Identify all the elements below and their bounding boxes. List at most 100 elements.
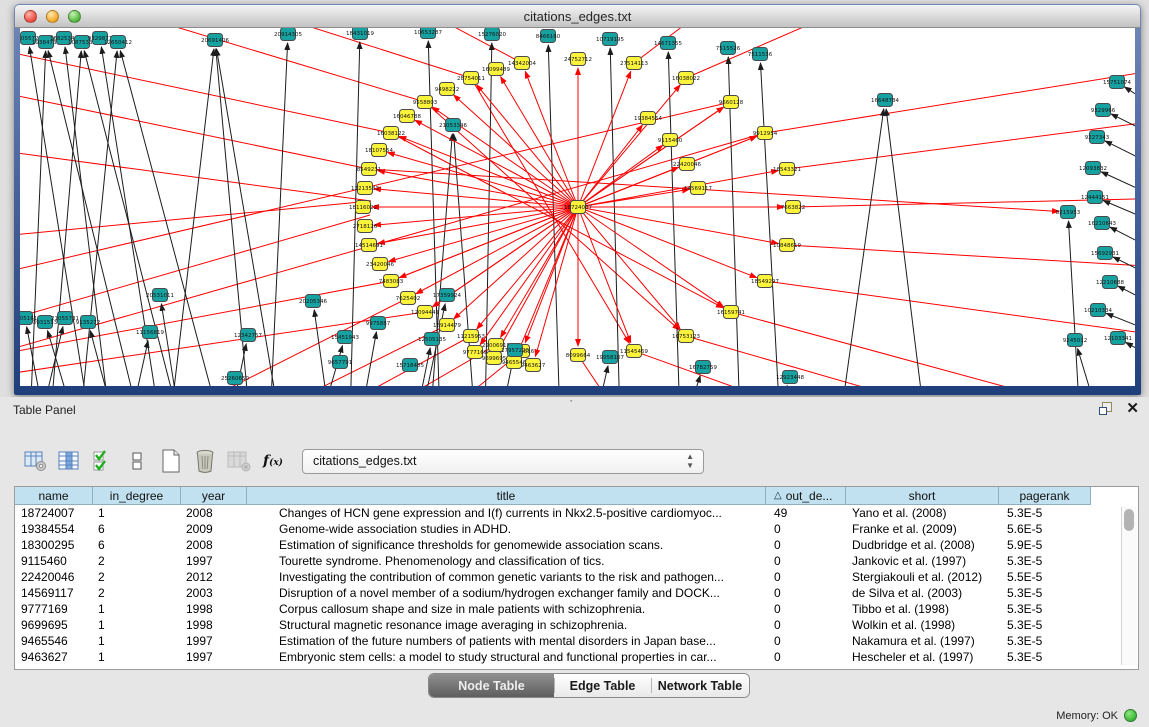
citation-edge-black[interactable] (161, 304, 180, 386)
cell-year[interactable]: 1998 (181, 602, 247, 616)
cell-pagerank[interactable]: 5.6E-5 (999, 522, 1091, 536)
citation-edge-red[interactable] (425, 102, 679, 330)
column-header-indegree[interactable]: in_degree (93, 487, 181, 505)
citation-edge-red[interactable] (480, 207, 578, 345)
citation-edge-red[interactable] (686, 28, 862, 78)
cell-short[interactable]: Wolkin et al. (1998) (846, 618, 999, 632)
cell-title[interactable]: Investigating the contribution of common… (247, 570, 766, 584)
table-row[interactable]: 2242004622012Investigating the contribut… (15, 569, 1138, 585)
cell-outde[interactable]: 0 (766, 586, 846, 600)
select-rows-icon[interactable] (88, 447, 118, 475)
graph-node-teal[interactable]: 15276020 (478, 28, 506, 41)
column-header-year[interactable]: year (181, 487, 247, 505)
tab-edge-table[interactable]: Edge Table (554, 674, 651, 697)
graph-node-yellow[interactable]: 9912954 (753, 127, 778, 140)
graph-node-teal[interactable]: 16782759 (689, 361, 717, 374)
citation-edge-black[interactable] (1078, 349, 1100, 386)
graph-node-teal[interactable]: 7515526 (716, 42, 741, 55)
table-options-icon[interactable] (20, 447, 50, 475)
node-attribute-table[interactable]: namein_degreeyeartitle△out_de...shortpag… (14, 486, 1139, 670)
close-panel-icon[interactable]: ✕ (1126, 402, 1139, 415)
graph-node-yellow[interactable]: 16159741 (717, 306, 745, 319)
graph-node-yellow[interactable]: 11215953 (457, 330, 485, 343)
cell-title[interactable]: Estimation of the future numbers of pati… (247, 634, 766, 648)
window-titlebar[interactable]: citations_edges.txt (15, 5, 1140, 28)
cell-pagerank[interactable]: 5.3E-5 (999, 554, 1091, 568)
citation-edge-black[interactable] (1105, 141, 1135, 178)
graph-node-yellow[interactable]: 9558803 (413, 96, 438, 109)
tab-node-table[interactable]: Node Table (429, 674, 554, 697)
table-row[interactable]: 1872400712008Changes of HCN gene express… (15, 505, 1138, 521)
citation-edge-red[interactable] (787, 245, 1135, 267)
cell-indegree[interactable]: 1 (93, 506, 181, 520)
graph-node-teal[interactable]: 9975887 (366, 317, 391, 330)
citation-edge-black[interactable] (1118, 286, 1135, 318)
graph-node-teal[interactable]: 11156819 (136, 326, 164, 339)
cell-year[interactable]: 2012 (181, 570, 247, 584)
cell-name[interactable]: 18724007 (15, 506, 93, 520)
graph-node-teal[interactable]: 15718485 (396, 359, 424, 372)
column-header-outde[interactable]: △out_de... (766, 487, 846, 505)
cell-name[interactable]: 18300295 (15, 538, 93, 552)
graph-node-teal[interactable]: 10719195 (596, 33, 624, 46)
graph-node-teal[interactable]: 9135272 (76, 316, 101, 329)
citation-edge-red[interactable] (178, 298, 408, 386)
table-row[interactable]: 969969511998Structural magnetic resonanc… (15, 617, 1138, 633)
column-visibility-icon[interactable] (54, 447, 84, 475)
graph-node-teal[interactable]: 20205346 (299, 295, 327, 308)
cell-indegree[interactable]: 2 (93, 570, 181, 584)
cell-name[interactable]: 9699695 (15, 618, 93, 632)
graph-node-teal[interactable]: 15751074 (1103, 76, 1131, 89)
citation-edge-black[interactable] (1111, 114, 1135, 148)
graph-node-teal[interactable]: 9245012 (1063, 334, 1088, 347)
cell-outde[interactable]: 0 (766, 538, 846, 552)
cell-name[interactable]: 9777169 (15, 602, 93, 616)
cell-outde[interactable]: 49 (766, 506, 846, 520)
citation-edge-black[interactable] (1101, 172, 1135, 208)
citation-edge-red[interactable] (765, 69, 1135, 133)
citation-edge-red[interactable] (787, 119, 1135, 169)
cell-pagerank[interactable]: 5.3E-5 (999, 602, 1091, 616)
citation-edge-black[interactable] (48, 331, 75, 386)
citation-edge-black[interactable] (610, 48, 620, 386)
graph-node-yellow[interactable]: 9660128 (719, 96, 744, 109)
graph-node-yellow[interactable]: 27514113 (620, 57, 648, 70)
table-row[interactable]: 1830029562008Estimation of significance … (15, 537, 1138, 553)
graph-node-teal[interactable]: 12923448 (776, 371, 804, 384)
citation-edge-red[interactable] (535, 207, 578, 356)
citation-edge-black[interactable] (1069, 221, 1080, 386)
cell-name[interactable]: 22420046 (15, 570, 93, 584)
citation-edge-black[interactable] (1125, 87, 1135, 123)
cell-year[interactable]: 1997 (181, 554, 247, 568)
cell-short[interactable]: Yano et al. (2008) (846, 506, 999, 520)
citation-edge-red[interactable] (20, 215, 370, 325)
cell-short[interactable]: Nakamura et al. (1997) (846, 634, 999, 648)
cell-title[interactable]: Changes of HCN gene expression and I(f) … (247, 506, 766, 520)
graph-node-teal[interactable]: 15451943 (331, 331, 359, 344)
cell-name[interactable]: 9463627 (15, 650, 93, 664)
table-row[interactable]: 946554611997Estimation of the future num… (15, 633, 1138, 649)
table-row[interactable]: 1456911722003Disruption of a novel membe… (15, 585, 1138, 601)
cell-outde[interactable]: 0 (766, 634, 846, 648)
float-panel-icon[interactable] (1099, 402, 1112, 415)
cell-short[interactable]: Hescheler et al. (1997) (846, 650, 999, 664)
table-header-row[interactable]: namein_degreeyeartitle△out_de...shortpag… (15, 487, 1138, 505)
network-canvas[interactable]: 1872400776638221084861918549297161597411… (20, 28, 1135, 386)
citation-edge-red[interactable] (578, 207, 778, 243)
graph-node-yellow[interactable]: 12213533 (351, 182, 379, 195)
citation-edge-red[interactable] (525, 71, 578, 207)
cell-title[interactable]: Disruption of a novel member of a sodium… (247, 586, 766, 600)
graph-node-teal[interactable]: 18431019 (346, 28, 374, 40)
citation-edge-red[interactable] (501, 207, 578, 337)
cell-title[interactable]: Structural magnetic resonance image aver… (247, 618, 766, 632)
cell-pagerank[interactable]: 5.3E-5 (999, 586, 1091, 600)
cell-name[interactable]: 9115460 (15, 554, 93, 568)
cell-name[interactable]: 9465546 (15, 634, 93, 648)
graph-node-yellow[interactable]: 11545469 (620, 345, 648, 358)
graph-node-teal[interactable]: 21053346 (439, 119, 467, 132)
citation-edge-black[interactable] (840, 109, 884, 386)
table-row[interactable]: 911546021997Tourette syndrome. Phenomeno… (15, 553, 1138, 569)
cell-name[interactable]: 19384554 (15, 522, 93, 536)
cell-year[interactable]: 1997 (181, 650, 247, 664)
citation-edge-red[interactable] (517, 207, 578, 354)
